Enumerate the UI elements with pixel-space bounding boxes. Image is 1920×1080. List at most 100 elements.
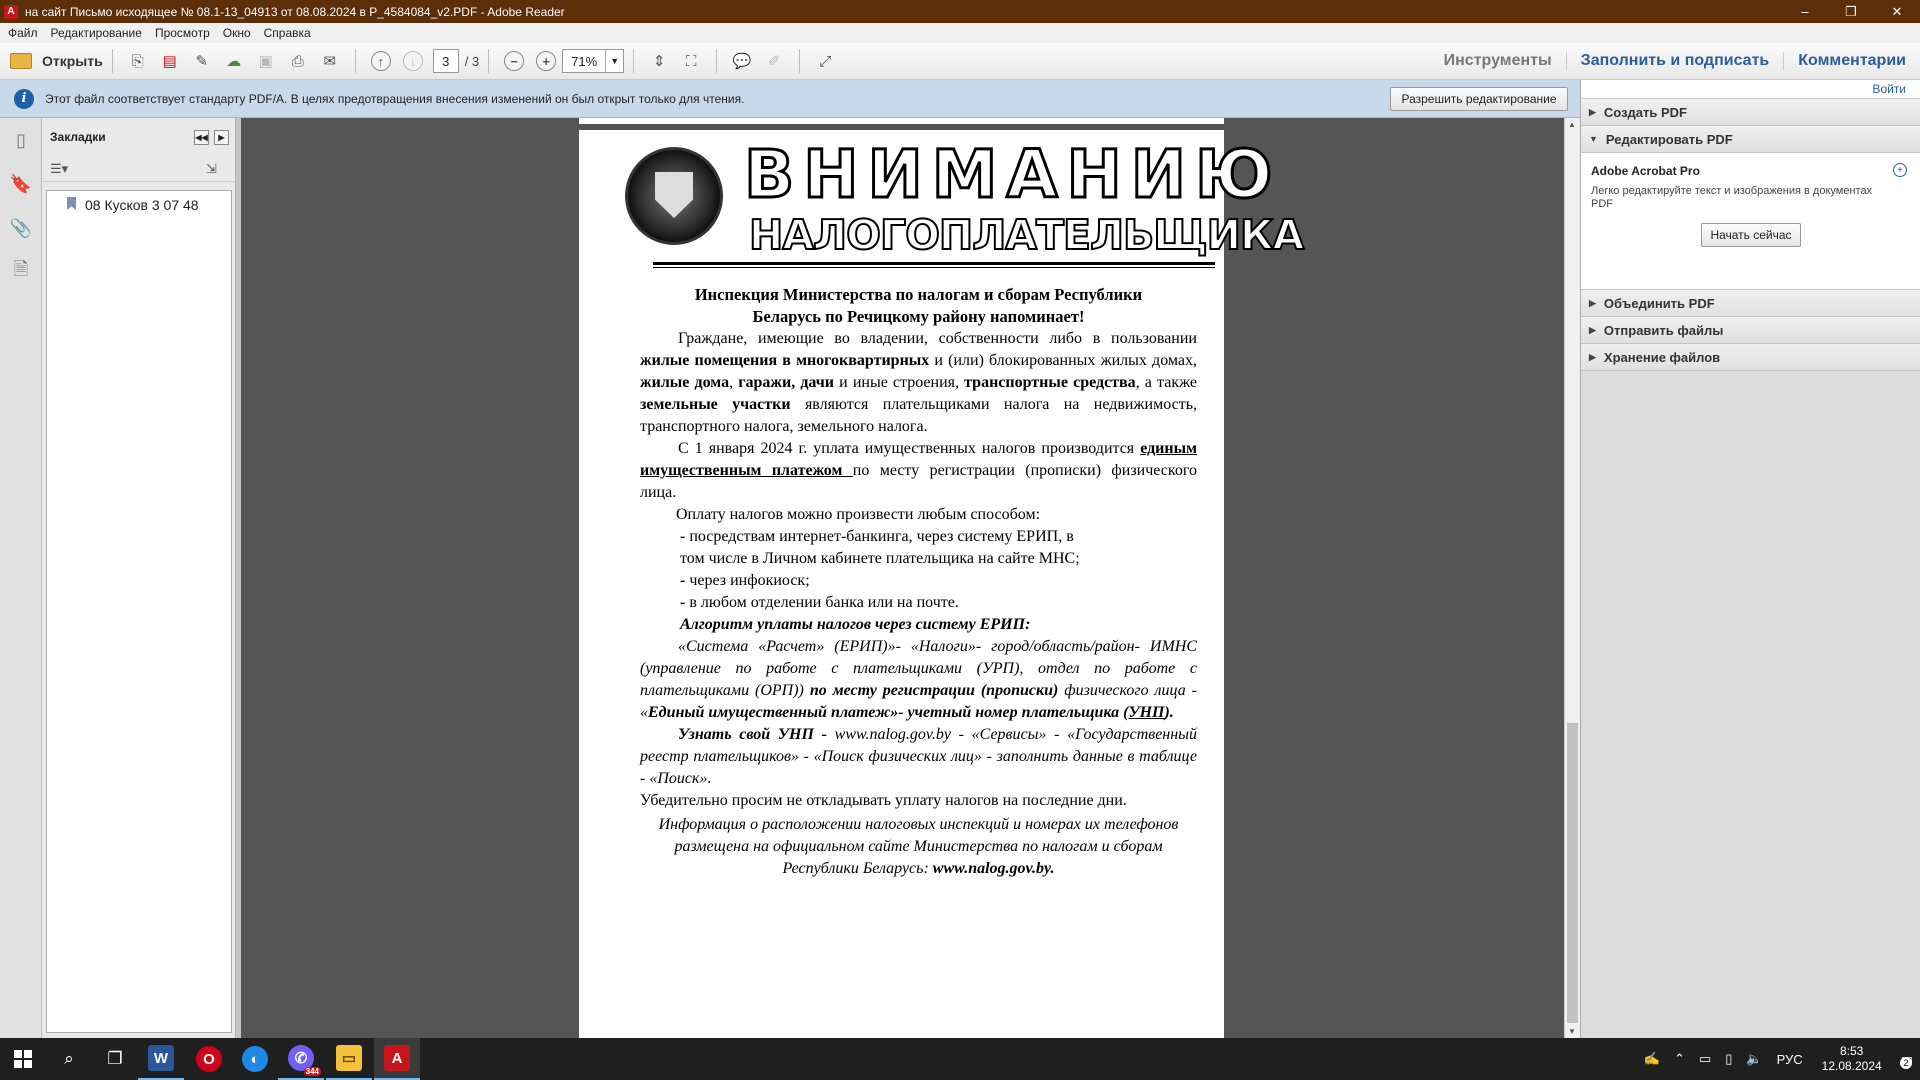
attachments-icon[interactable]: 📎 bbox=[0, 206, 42, 250]
taskbar-word[interactable]: W bbox=[138, 1038, 184, 1080]
highlight-icon[interactable]: ✐ bbox=[761, 48, 787, 74]
notifications-icon[interactable]: ▭2 bbox=[1900, 1051, 1913, 1069]
zoom-select[interactable]: 71% ▼ bbox=[562, 49, 625, 73]
text-run: по месту регистрации (прописки) bbox=[809, 682, 1059, 699]
battery-icon[interactable]: ▯ bbox=[1725, 1051, 1732, 1067]
section-combine-pdf[interactable]: ▶ Объединить PDF bbox=[1581, 290, 1920, 317]
fit-width-icon[interactable]: ⛶ bbox=[678, 48, 704, 74]
maximize-button[interactable]: ❐ bbox=[1828, 0, 1874, 23]
page-total: / 3 bbox=[464, 53, 480, 69]
windows-taskbar: ⌕ ❐ W O ◐ ✆ 344 ▭ A ✍ ⌃ ▭ ▯ 🔈 РУС 8:53 12… bbox=[0, 1038, 1920, 1080]
fill-sign-tab[interactable]: Заполнить и подписать bbox=[1565, 52, 1784, 70]
edit-pdf-icon[interactable]: ✎ bbox=[189, 48, 215, 74]
next-page-button[interactable]: ↓ bbox=[400, 48, 426, 74]
text-run: жилые помещения в многоквартирных bbox=[640, 352, 930, 369]
fit-page-icon[interactable]: ⇕ bbox=[646, 48, 672, 74]
scroll-up-icon[interactable]: ▲ bbox=[1568, 120, 1576, 129]
menu-view[interactable]: Просмотр bbox=[155, 26, 210, 40]
chevron-up-icon[interactable]: ⌃ bbox=[1674, 1051, 1685, 1067]
taskbar-browser[interactable]: ◐ bbox=[232, 1038, 278, 1080]
bookmark-icon bbox=[67, 197, 76, 210]
bookmark-label: 08 Кусков 3 07 48 bbox=[85, 197, 199, 213]
collapse-arrow-icon: ▼ bbox=[1589, 134, 1598, 144]
volume-icon[interactable]: 🔈 bbox=[1746, 1051, 1762, 1067]
upload-cloud-icon[interactable]: ☁ bbox=[221, 48, 247, 74]
clock[interactable]: 8:53 12.08.2024 bbox=[1822, 1044, 1882, 1074]
menu-edit[interactable]: Редактирование bbox=[51, 26, 142, 40]
task-view-icon[interactable]: ❐ bbox=[92, 1038, 138, 1080]
tools-tab[interactable]: Инструменты bbox=[1430, 52, 1566, 70]
text-run: Единый имущественный платеж bbox=[648, 704, 891, 721]
section-store-files[interactable]: ▶ Хранение файлов bbox=[1581, 344, 1920, 371]
start-button[interactable] bbox=[0, 1038, 46, 1080]
fullscreen-icon[interactable]: ⤢ bbox=[812, 48, 838, 74]
windows-logo-icon bbox=[14, 1050, 32, 1068]
bookmarks-header: Закладки ◀◀ ▶ bbox=[42, 118, 235, 156]
previous-page-edge bbox=[579, 118, 1224, 124]
taskbar-explorer[interactable]: ▭ bbox=[326, 1038, 372, 1080]
section-label: Создать PDF bbox=[1603, 104, 1687, 120]
viber-badge: 344 bbox=[303, 1067, 321, 1076]
paragraph-erip-algorithm: «Система «Расчет» (ЕРИП)»- «Налоги»- гор… bbox=[640, 636, 1197, 724]
network-icon[interactable]: ▭ bbox=[1699, 1051, 1711, 1067]
section-edit-pdf[interactable]: ▼ Редактировать PDF bbox=[1581, 126, 1920, 153]
pen-icon[interactable]: ✍ bbox=[1644, 1051, 1660, 1067]
acrobat-pro-description: Легко редактируйте текст и изображения в… bbox=[1591, 185, 1873, 210]
signin-link[interactable]: Войти bbox=[1872, 82, 1906, 96]
previous-page-button[interactable]: ↑ bbox=[368, 48, 394, 74]
panel-arrow-icon[interactable]: ▶ bbox=[214, 130, 229, 145]
section-create-pdf[interactable]: ▶ Создать PDF bbox=[1581, 99, 1920, 126]
page-thumbnails-icon[interactable]: ▯ bbox=[0, 118, 42, 162]
email-icon[interactable]: ✉ bbox=[317, 48, 343, 74]
menu-help[interactable]: Справка bbox=[264, 26, 311, 40]
print-icon[interactable]: ⎙ bbox=[285, 48, 311, 74]
menu-window[interactable]: Окно bbox=[223, 26, 251, 40]
export-pdf-icon[interactable]: ▤ bbox=[157, 48, 183, 74]
adobe-reader-icon: A bbox=[4, 4, 18, 19]
paragraph-urge: Убедительно просим не откладывать уплату… bbox=[640, 792, 1127, 809]
minimize-button[interactable]: – bbox=[1782, 0, 1828, 23]
chevron-down-icon[interactable]: ▼ bbox=[605, 50, 623, 72]
banner-rule bbox=[653, 262, 1215, 268]
bullet-continuation: том числе в Личном кабинете плательщика … bbox=[680, 550, 1080, 567]
collapse-left-icon[interactable]: ◀◀ bbox=[194, 130, 209, 145]
text-run: УНП bbox=[1128, 704, 1165, 721]
page-number-input[interactable]: 3 bbox=[432, 49, 459, 73]
section-send-files[interactable]: ▶ Отправить файлы bbox=[1581, 317, 1920, 344]
scrollbar-thumb[interactable] bbox=[1567, 723, 1578, 1023]
zoom-in-button[interactable]: + bbox=[533, 48, 559, 74]
taskbar-opera[interactable]: O bbox=[186, 1038, 232, 1080]
taskbar-viber[interactable]: ✆ 344 bbox=[278, 1038, 324, 1080]
document-scrollbar[interactable]: ▲ ▼ bbox=[1564, 118, 1580, 1038]
bookmark-item[interactable]: 08 Кусков 3 07 48 bbox=[67, 197, 231, 213]
new-bookmark-icon[interactable]: ⇲ bbox=[206, 161, 217, 177]
close-button[interactable]: ✕ bbox=[1874, 0, 1920, 23]
clock-time: 8:53 bbox=[1839, 1044, 1864, 1058]
text-run: через инфокиоск; bbox=[689, 572, 810, 589]
options-menu-icon[interactable]: ☰▾ bbox=[50, 161, 68, 177]
menu-file[interactable]: Файл bbox=[8, 26, 38, 40]
scroll-down-icon[interactable]: ▼ bbox=[1568, 1027, 1576, 1036]
text-run: , bbox=[729, 374, 739, 391]
save-icon[interactable]: ▣ bbox=[253, 48, 279, 74]
pdfa-info-bar: i Этот файл соответствует стандарту PDF/… bbox=[0, 80, 1580, 118]
text-run: ). bbox=[1164, 704, 1174, 721]
menu-bar: Файл Редактирование Просмотр Окно Справк… bbox=[0, 23, 1920, 43]
signatures-icon[interactable]: 🗎 bbox=[0, 250, 42, 294]
bookmarks-list: 08 Кусков 3 07 48 bbox=[46, 190, 232, 1033]
search-icon[interactable]: ⌕ bbox=[46, 1038, 92, 1080]
text-run: , а также bbox=[1135, 374, 1198, 391]
text-run: С 1 января 2024 г. уплата имущественных … bbox=[678, 440, 1141, 457]
taskbar-adobe-reader[interactable]: A bbox=[374, 1038, 420, 1080]
start-now-button[interactable]: Начать сейчас bbox=[1701, 223, 1801, 247]
add-icon[interactable]: + bbox=[1893, 163, 1907, 177]
bookmarks-icon[interactable]: 🔖 bbox=[0, 162, 42, 206]
create-pdf-icon[interactable]: ⎘ bbox=[125, 48, 151, 74]
zoom-out-button[interactable]: − bbox=[501, 48, 527, 74]
input-language[interactable]: РУС bbox=[1777, 1052, 1803, 1067]
comment-icon[interactable]: 💬 bbox=[729, 48, 755, 74]
comments-tab[interactable]: Комментарии bbox=[1783, 52, 1920, 70]
enable-editing-button[interactable]: Разрешить редактирование bbox=[1390, 87, 1568, 111]
text-run: гаражи, дачи bbox=[738, 374, 835, 391]
open-button[interactable]: Открыть bbox=[10, 53, 103, 69]
